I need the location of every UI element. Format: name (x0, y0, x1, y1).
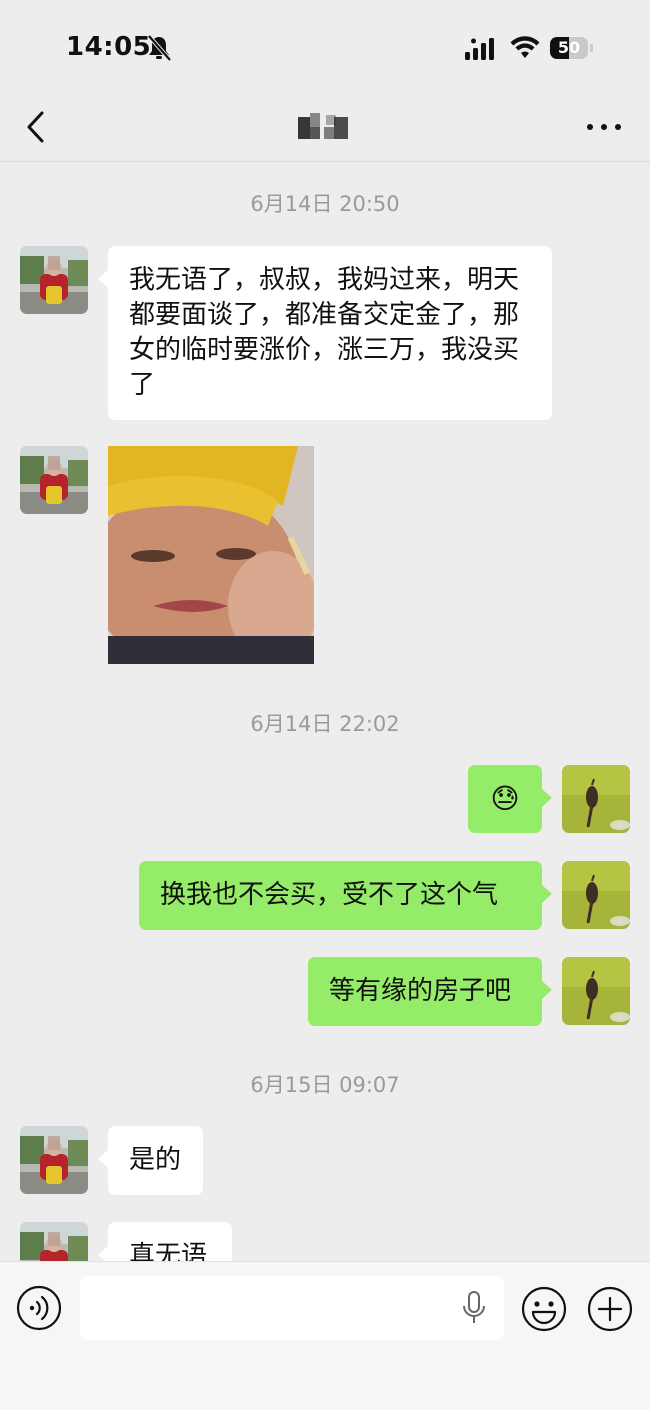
status-bar: 14:05 50 (0, 0, 650, 95)
my-avatar[interactable] (562, 957, 630, 1025)
contact-avatar[interactable] (20, 1222, 88, 1261)
message-bubble-incoming[interactable]: 我无语了，叔叔，我妈过来，明天都要面谈了，都准备交定金了，那女的临时要涨价，涨三… (98, 246, 552, 420)
back-chevron-icon[interactable] (22, 107, 52, 147)
message-text: 换我也不会买，受不了这个气 (160, 880, 499, 910)
my-avatar[interactable] (562, 861, 630, 929)
message-bubble-outgoing[interactable]: 换我也不会买，受不了这个气 (139, 861, 552, 930)
message-bubble-outgoing[interactable]: 等有缘的房子吧 (308, 957, 552, 1026)
timestamp: 6月15日 09:07 (250, 1073, 400, 1097)
mic-icon[interactable] (461, 1290, 487, 1326)
message-bubble-outgoing[interactable]: 😓 (468, 765, 552, 833)
battery-cap (590, 44, 593, 52)
my-avatar[interactable] (562, 765, 630, 833)
message-input[interactable] (80, 1276, 504, 1340)
contact-name-obscured (298, 113, 352, 141)
timestamp: 6月14日 20:50 (250, 192, 400, 216)
status-time: 14:05 (66, 32, 152, 62)
contact-avatar[interactable] (20, 446, 88, 514)
voice-icon[interactable] (16, 1285, 62, 1331)
emoji-icon[interactable] (520, 1285, 568, 1333)
chat-header (0, 95, 650, 162)
battery-percent: 50 (557, 38, 581, 57)
contact-avatar[interactable] (20, 246, 88, 314)
message-list[interactable]: 6月14日 20:50 我无语了，叔叔，我妈过来，明天都要面谈了，都准备交定金了… (0, 162, 650, 1261)
message-text: 我无语了，叔叔，我妈过来，明天都要面谈了，都准备交定金了，那女的临时要涨价，涨三… (129, 265, 520, 400)
battery-indicator: 50 (550, 37, 594, 59)
bell-muted-icon (147, 34, 172, 62)
input-bar (0, 1261, 650, 1410)
message-text: 真无语 (129, 1241, 208, 1261)
timestamp: 6月14日 22:02 (250, 712, 400, 736)
wifi-icon (510, 36, 540, 58)
battery-body: 50 (550, 37, 588, 59)
contact-avatar[interactable] (20, 1126, 88, 1194)
message-bubble-incoming[interactable]: 真无语 (98, 1222, 232, 1261)
image-message[interactable] (108, 446, 314, 664)
cellular-signal-icon (465, 38, 494, 60)
more-dots-icon[interactable] (582, 115, 626, 139)
plus-icon[interactable] (586, 1285, 634, 1333)
message-text: 等有缘的房子吧 (329, 976, 512, 1006)
message-bubble-incoming[interactable]: 是的 (98, 1126, 203, 1195)
message-text: 是的 (129, 1145, 182, 1175)
emoji-text: 😓 (490, 782, 520, 815)
